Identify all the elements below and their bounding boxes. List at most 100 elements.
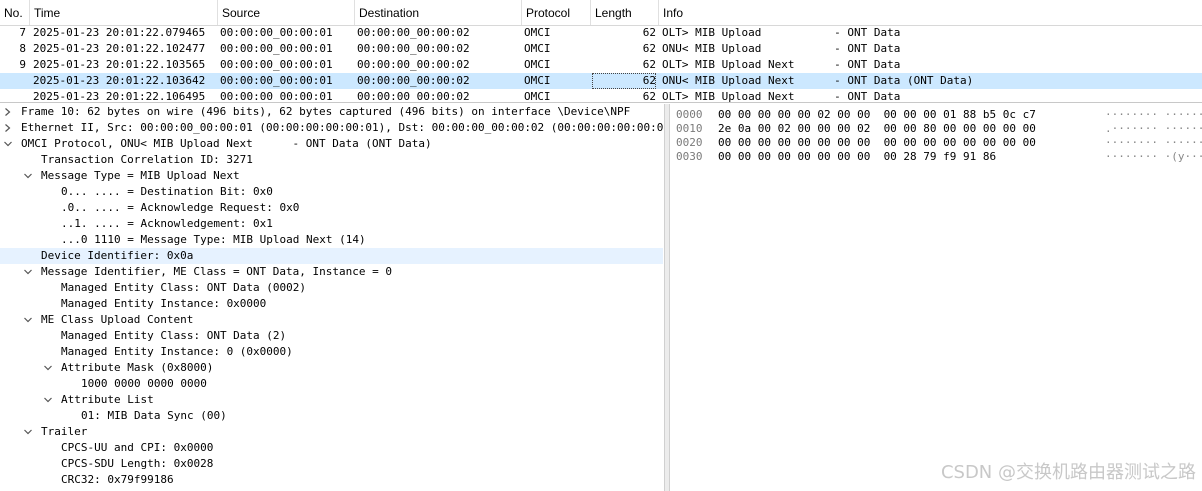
bytes-ascii: .······· ········ bbox=[1105, 122, 1202, 135]
bytes-row[interactable]: 0010 2e 0a 00 02 00 00 00 02 00 00 80 00 … bbox=[669, 122, 1202, 136]
detail-row[interactable]: CRC32: 0x79f99186 bbox=[0, 472, 663, 488]
detail-text: .0.. .... = Acknowledge Request: 0x0 bbox=[61, 201, 300, 214]
bytes-hex: 00 00 00 00 00 02 00 00 00 00 00 01 88 b… bbox=[718, 108, 1036, 121]
packet-cell-destination: 00:00:00_00:00:02 bbox=[357, 74, 470, 87]
detail-text: CRC32: 0x79f99186 bbox=[61, 473, 174, 486]
packet-cell-length: 62 bbox=[642, 58, 656, 71]
column-header-no[interactable]: No. bbox=[0, 0, 30, 25]
column-header-protocol[interactable]: Protocol bbox=[522, 0, 591, 25]
bytes-ascii: ········ ········ bbox=[1105, 136, 1202, 149]
packet-cell-time: 2025-01-23 20:01:22.079465 bbox=[33, 26, 206, 39]
detail-row[interactable]: Ethernet II, Src: 00:00:00_00:00:01 (00:… bbox=[0, 120, 663, 136]
expanded-arrow-icon[interactable] bbox=[22, 312, 34, 328]
detail-row[interactable]: Device Identifier: 0x0a bbox=[0, 248, 663, 264]
detail-row[interactable]: Message Type = MIB Upload Next bbox=[0, 168, 663, 184]
detail-row[interactable]: 1000 0000 0000 0000 bbox=[0, 376, 663, 392]
packet-cell-length: 62 bbox=[592, 73, 656, 89]
packet-cell-protocol: OMCI bbox=[524, 90, 551, 103]
detail-text: Managed Entity Class: ONT Data (2) bbox=[61, 329, 287, 342]
detail-row[interactable]: Message Identifier, ME Class = ONT Data,… bbox=[0, 264, 663, 280]
detail-row[interactable]: Frame 10: 62 bytes on wire (496 bits), 6… bbox=[0, 104, 663, 120]
detail-row[interactable]: Managed Entity Instance: 0 (0x0000) bbox=[0, 344, 663, 360]
detail-text: ..1. .... = Acknowledgement: 0x1 bbox=[61, 217, 273, 230]
packet-row[interactable]: 2025-01-23 20:01:22.103642 00:00:00_00:00… bbox=[0, 73, 1202, 89]
detail-text: Frame 10: 62 bytes on wire (496 bits), 6… bbox=[21, 105, 631, 118]
detail-row[interactable]: Managed Entity Instance: 0x0000 bbox=[0, 296, 663, 312]
packet-cell-no: 8 bbox=[19, 42, 26, 55]
detail-text: OMCI Protocol, ONU< MIB Upload Next - ON… bbox=[21, 137, 432, 150]
detail-text: Device Identifier: 0x0a bbox=[41, 249, 194, 262]
bytes-offset: 0000 bbox=[676, 108, 703, 121]
packet-cell-info: OLT> MIB Upload Next - ONT Data bbox=[662, 58, 901, 71]
expanded-arrow-icon[interactable] bbox=[2, 136, 14, 152]
detail-text: Message Identifier, ME Class = ONT Data,… bbox=[41, 265, 392, 278]
packet-cell-destination: 00:00:00_00:00:02 bbox=[357, 90, 470, 103]
bytes-offset: 0030 bbox=[676, 150, 703, 163]
bytes-offset: 0020 bbox=[676, 136, 703, 149]
detail-text: 01: MIB Data Sync (00) bbox=[81, 409, 227, 422]
bytes-ascii: ········ ·(y··· bbox=[1105, 150, 1202, 163]
expanded-arrow-icon[interactable] bbox=[42, 392, 54, 408]
detail-text: Managed Entity Instance: 0x0000 bbox=[61, 297, 267, 310]
bytes-ascii: ········ ········ bbox=[1105, 108, 1202, 121]
detail-text: ...0 1110 = Message Type: MIB Upload Nex… bbox=[61, 233, 366, 246]
packet-row[interactable]: 7 2025-01-23 20:01:22.079465 00:00:00_00:0… bbox=[0, 25, 1202, 41]
expanded-arrow-icon[interactable] bbox=[22, 168, 34, 184]
packet-cell-no bbox=[0, 89, 26, 102]
detail-text: Managed Entity Class: ONT Data (0002) bbox=[61, 281, 307, 294]
collapsed-arrow-icon[interactable] bbox=[2, 120, 14, 136]
detail-row[interactable]: ME Class Upload Content bbox=[0, 312, 663, 328]
column-header-time[interactable]: Time bbox=[30, 0, 218, 25]
expanded-arrow-icon[interactable] bbox=[42, 360, 54, 376]
packet-cell-info: OLT> MIB Upload - ONT Data bbox=[662, 26, 901, 39]
packet-list[interactable]: No. Time Source Destination Protocol Len… bbox=[0, 0, 1202, 103]
packet-cell-destination: 00:00:00_00:00:02 bbox=[357, 42, 470, 55]
bytes-row[interactable]: 0000 00 00 00 00 00 02 00 00 00 00 00 01 … bbox=[669, 108, 1202, 122]
expanded-arrow-icon[interactable] bbox=[22, 264, 34, 280]
packet-row[interactable]: 2025-01-23 20:01:22.106495 00:00:00_00:00… bbox=[0, 89, 1202, 103]
detail-row[interactable]: OMCI Protocol, ONU< MIB Upload Next - ON… bbox=[0, 136, 663, 152]
detail-row[interactable]: CPCS-SDU Length: 0x0028 bbox=[0, 456, 663, 472]
packet-cell-protocol: OMCI bbox=[524, 26, 551, 39]
packet-cell-time: 2025-01-23 20:01:22.102477 bbox=[33, 42, 206, 55]
packet-cell-protocol: OMCI bbox=[524, 42, 551, 55]
detail-row[interactable]: Managed Entity Class: ONT Data (0002) bbox=[0, 280, 663, 296]
packet-cell-source: 00:00:00_00:00:01 bbox=[220, 90, 333, 103]
detail-row[interactable]: Attribute List bbox=[0, 392, 663, 408]
expanded-arrow-icon[interactable] bbox=[22, 424, 34, 440]
detail-row[interactable]: 0... .... = Destination Bit: 0x0 bbox=[0, 184, 663, 200]
packet-cell-destination: 00:00:00_00:00:02 bbox=[357, 58, 470, 71]
packet-details-tree[interactable]: Frame 10: 62 bytes on wire (496 bits), 6… bbox=[0, 104, 663, 491]
packet-list-header: No. Time Source Destination Protocol Len… bbox=[0, 0, 1202, 26]
packet-cell-no: 7 bbox=[19, 26, 26, 39]
detail-row[interactable]: Managed Entity Class: ONT Data (2) bbox=[0, 328, 663, 344]
detail-text: Attribute List bbox=[61, 393, 154, 406]
detail-row[interactable]: .0.. .... = Acknowledge Request: 0x0 bbox=[0, 200, 663, 216]
detail-row[interactable]: Trailer bbox=[0, 424, 663, 440]
column-header-info[interactable]: Info bbox=[659, 0, 1202, 25]
packet-bytes-pane[interactable]: 0000 00 00 00 00 00 02 00 00 00 00 00 01 … bbox=[669, 104, 1202, 491]
bytes-row[interactable]: 0020 00 00 00 00 00 00 00 00 00 00 00 00 … bbox=[669, 136, 1202, 150]
detail-text: CPCS-SDU Length: 0x0028 bbox=[61, 457, 214, 470]
packet-row[interactable]: 9 2025-01-23 20:01:22.103565 00:00:00_00:0… bbox=[0, 57, 1202, 73]
packet-cell-time: 2025-01-23 20:01:22.103565 bbox=[33, 58, 206, 71]
watermark: CSDN @交换机路由器测试之路 bbox=[940, 462, 1196, 483]
detail-row[interactable]: ...0 1110 = Message Type: MIB Upload Nex… bbox=[0, 232, 663, 248]
detail-row[interactable]: Attribute Mask (0x8000) bbox=[0, 360, 663, 376]
detail-text: Attribute Mask (0x8000) bbox=[61, 361, 214, 374]
column-header-destination[interactable]: Destination bbox=[355, 0, 522, 25]
collapsed-arrow-icon[interactable] bbox=[2, 104, 14, 120]
detail-row[interactable]: CPCS-UU and CPI: 0x0000 bbox=[0, 440, 663, 456]
column-header-source[interactable]: Source bbox=[218, 0, 355, 25]
detail-text: ME Class Upload Content bbox=[41, 313, 194, 326]
packet-cell-protocol: OMCI bbox=[524, 58, 551, 71]
detail-row[interactable]: Transaction Correlation ID: 3271 bbox=[0, 152, 663, 168]
packet-cell-no bbox=[0, 73, 26, 89]
detail-row[interactable]: 01: MIB Data Sync (00) bbox=[0, 408, 663, 424]
column-header-length[interactable]: Length bbox=[591, 0, 659, 25]
bytes-row[interactable]: 0030 00 00 00 00 00 00 00 00 00 28 79 f9 … bbox=[669, 150, 1202, 164]
packet-cell-length: 62 bbox=[642, 26, 656, 39]
packet-row[interactable]: 8 2025-01-23 20:01:22.102477 00:00:00_00:0… bbox=[0, 41, 1202, 57]
packet-cell-length: 62 bbox=[642, 42, 656, 55]
detail-row[interactable]: ..1. .... = Acknowledgement: 0x1 bbox=[0, 216, 663, 232]
